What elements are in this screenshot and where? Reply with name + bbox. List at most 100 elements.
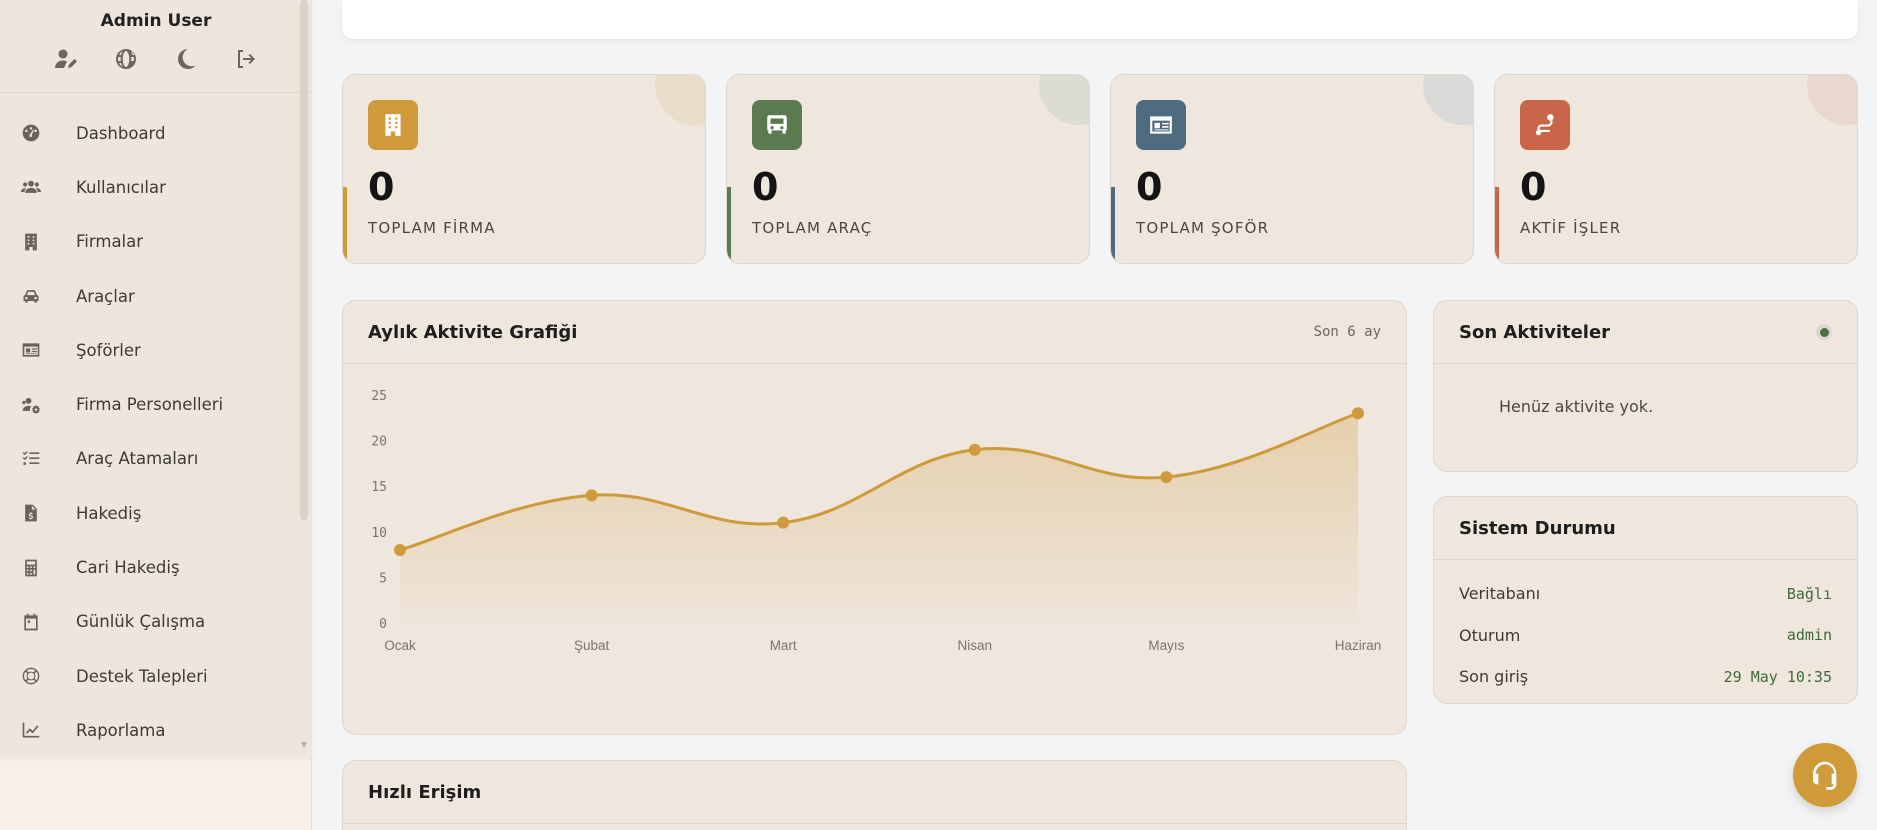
- sidebar-item-vehicle-assignments[interactable]: Araç Atamaları: [0, 432, 312, 486]
- x-tick-label: Haziran: [1335, 638, 1382, 653]
- sidebar-item-vehicles[interactable]: Araçlar: [0, 269, 312, 323]
- system-value: Bağlı: [1786, 584, 1832, 603]
- sidebar-item-label: Firmalar: [76, 232, 144, 252]
- sidebar-item-label: Araç Atamaları: [76, 449, 199, 469]
- sidebar-item-progress-payment[interactable]: Hakediş: [0, 486, 312, 540]
- id-card-icon: [1136, 100, 1186, 150]
- card-decoration: [1423, 75, 1473, 125]
- chart-title: Aylık Aktivite Grafiği: [368, 321, 578, 343]
- activity-chart: 0 5 10 15 20 25 Ocak Şubat Mart Nisan Mayıs Hazira…: [371, 389, 1382, 653]
- sidebar-item-label: Hakediş: [76, 503, 142, 523]
- chart-area-fill: [400, 413, 1358, 623]
- stat-value: 0: [752, 165, 779, 209]
- y-tick-label: 25: [371, 389, 387, 404]
- live-status-indicator: [1816, 324, 1832, 340]
- car-icon: [20, 285, 42, 307]
- card-accent: [727, 187, 731, 259]
- sidebar-item-drivers[interactable]: Şoförler: [0, 323, 312, 377]
- x-tick-label: Şubat: [574, 638, 610, 653]
- stat-card-companies: 0 TOPLAM FİRMA: [342, 74, 706, 264]
- card-decoration: [1807, 75, 1857, 125]
- y-tick-label: 15: [371, 480, 387, 495]
- sidebar-panel: Admin User Dashboard Kullanıcılar Firmal…: [0, 0, 312, 757]
- sidebar-item-label: Dashboard: [76, 123, 166, 143]
- stat-card-vehicles: 0 TOPLAM ARAÇ: [726, 74, 1090, 264]
- panel-header: Sistem Durumu: [1434, 497, 1857, 560]
- support-chat-button[interactable]: [1793, 743, 1857, 807]
- chart-data-point[interactable]: [1160, 471, 1173, 484]
- moon-icon[interactable]: [171, 44, 201, 74]
- y-tick-label: 5: [379, 571, 387, 586]
- x-tick-label: Nisan: [958, 638, 993, 653]
- empty-activity-text: Henüz aktivite yok.: [1499, 397, 1654, 416]
- panel-header: Aylık Aktivite Grafiği Son 6 ay: [343, 301, 1406, 364]
- sidebar-scrollbar[interactable]: [300, 0, 308, 520]
- globe-icon[interactable]: [111, 44, 141, 74]
- stat-label: AKTİF İŞLER: [1520, 219, 1622, 237]
- id-card-icon: [20, 339, 42, 361]
- building-icon: [368, 100, 418, 150]
- chart-data-point[interactable]: [777, 516, 790, 529]
- sidebar-item-label: Destek Talepleri: [76, 666, 208, 686]
- chart-data-point[interactable]: [1352, 407, 1364, 420]
- sidebar-item-label: Raporlama: [76, 720, 166, 740]
- quick-access-panel: Hızlı Erişim: [342, 760, 1407, 830]
- system-key: Son giriş: [1459, 667, 1529, 687]
- sidebar-item-daily-work[interactable]: Günlük Çalışma: [0, 595, 312, 649]
- route-icon: [1520, 100, 1570, 150]
- sidebar-item-label: Şoförler: [76, 340, 141, 360]
- chart-data-point[interactable]: [585, 489, 598, 502]
- users-icon: [20, 176, 42, 198]
- system-title: Sistem Durumu: [1459, 517, 1616, 539]
- chart-data-point[interactable]: [394, 544, 406, 557]
- stat-value: 0: [1136, 165, 1163, 209]
- building-icon: [20, 231, 42, 253]
- sidebar-item-support-tickets[interactable]: Destek Talepleri: [0, 649, 312, 703]
- system-status-panel: Sistem Durumu Veritabanı Bağlı Oturum ad…: [1433, 496, 1858, 704]
- sidebar-item-label: Kullanıcılar: [76, 177, 166, 197]
- calculator-icon: [20, 557, 42, 579]
- sidebar: Admin User Dashboard Kullanıcılar Firmal…: [0, 0, 312, 830]
- sidebar-item-reporting[interactable]: Raporlama: [0, 703, 312, 757]
- card-accent: [1111, 187, 1115, 259]
- sidebar-item-label: Araçlar: [76, 286, 135, 306]
- user-edit-icon[interactable]: [51, 44, 81, 74]
- system-key: Veritabanı: [1459, 584, 1541, 604]
- stat-card-active-jobs: 0 AKTİF İŞLER: [1494, 74, 1858, 264]
- monthly-activity-chart-panel: Aylık Aktivite Grafiği Son 6 ay 0 5 10 15 20…: [342, 300, 1407, 735]
- recent-activity-panel: Son Aktiviteler Henüz aktivite yok.: [1433, 300, 1858, 472]
- scroll-down-icon[interactable]: ▼: [300, 740, 308, 750]
- system-value: admin: [1786, 626, 1832, 645]
- sidebar-item-company-staff[interactable]: Firma Personelleri: [0, 377, 312, 431]
- card-decoration: [1039, 75, 1089, 125]
- sidebar-item-current-progress-payment[interactable]: Cari Hakediş: [0, 540, 312, 594]
- sidebar-item-label: Cari Hakediş: [76, 558, 180, 578]
- y-tick-label: 10: [371, 526, 387, 541]
- y-tick-label: 20: [371, 435, 387, 450]
- sidebar-item-dashboard[interactable]: Dashboard: [0, 106, 312, 160]
- stat-label: TOPLAM ARAÇ: [752, 219, 873, 237]
- headset-icon: [1813, 761, 1837, 790]
- stat-card-drivers: 0 TOPLAM ŞOFÖR: [1110, 74, 1474, 264]
- x-tick-label: Ocak: [384, 638, 416, 653]
- user-block: Admin User: [0, 0, 312, 93]
- x-tick-label: Mart: [770, 638, 797, 653]
- sidebar-item-companies[interactable]: Firmalar: [0, 215, 312, 269]
- chart-line-icon: [20, 719, 42, 741]
- bus-icon: [752, 100, 802, 150]
- x-tick-label: Mayıs: [1148, 638, 1184, 653]
- chart-data-point[interactable]: [968, 443, 981, 456]
- sidebar-item-users[interactable]: Kullanıcılar: [0, 160, 312, 214]
- users-cog-icon: [20, 394, 42, 416]
- system-row-session: Oturum admin: [1434, 615, 1857, 657]
- logout-icon[interactable]: [231, 44, 261, 74]
- sidebar-item-label: Günlük Çalışma: [76, 612, 206, 632]
- card-accent: [1495, 187, 1499, 259]
- stat-value: 0: [1520, 165, 1547, 209]
- system-row-database: Veritabanı Bağlı: [1434, 573, 1857, 615]
- panel-header: Son Aktiviteler: [1434, 301, 1857, 364]
- lifebuoy-icon: [20, 665, 42, 687]
- sidebar-item-label: Firma Personelleri: [76, 395, 224, 415]
- card-accent: [343, 187, 347, 259]
- user-actions: [0, 44, 312, 74]
